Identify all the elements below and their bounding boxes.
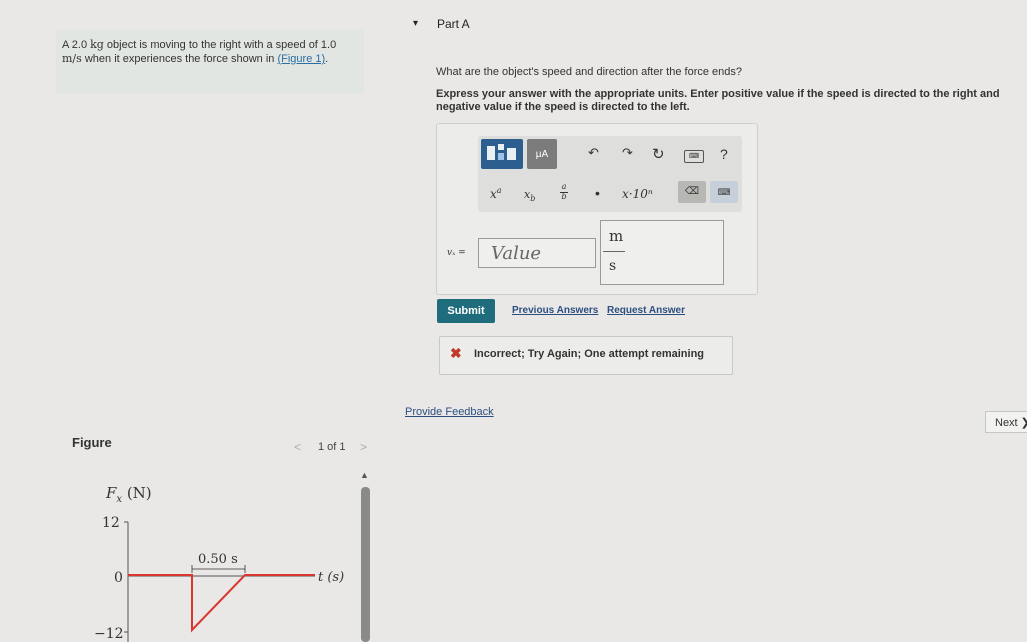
reset-icon[interactable]: ↻ — [652, 145, 665, 163]
subscript-button[interactable]: xb — [524, 188, 535, 203]
force-curve — [128, 574, 315, 633]
unit-denominator: s — [609, 258, 617, 274]
redo-icon[interactable]: ↷ — [622, 145, 633, 161]
scientific-notation-button[interactable]: x·10ⁿ — [622, 187, 653, 201]
tick-label-bottom: −12 — [94, 626, 124, 642]
feedback-message: Incorrect; Try Again; One attempt remain… — [474, 348, 705, 360]
units-button[interactable]: μA — [527, 139, 557, 169]
problem-text-part: object is moving to the right with a spe… — [103, 39, 337, 51]
problem-statement: A 2.0 kg object is moving to the right w… — [62, 38, 352, 66]
instructions-text: Express your answer with the appropriate… — [436, 88, 1000, 113]
tick-label-top: 12 — [102, 515, 120, 531]
question-text: What are the object's speed and directio… — [436, 66, 743, 78]
unit-fraction-bar — [603, 251, 625, 252]
figure-scrollbar[interactable] — [361, 487, 370, 642]
keypad-icon[interactable]: ⌨ — [710, 181, 738, 203]
figure-title: Figure — [72, 435, 112, 450]
superscript-base: x — [490, 187, 497, 201]
undo-icon[interactable]: ↶ — [588, 145, 599, 161]
value-input[interactable]: Value — [478, 238, 596, 268]
variable-label: vₓ = — [447, 248, 466, 258]
figure-counter: 1 of 1 — [318, 441, 346, 453]
request-answer-link[interactable]: Request Answer — [607, 305, 685, 316]
tick-label-zero: 0 — [114, 570, 123, 586]
previous-answers-link[interactable]: Previous Answers — [512, 305, 598, 316]
scroll-up-arrow-icon[interactable]: ▲ — [360, 470, 369, 480]
mass-unit: kg — [90, 38, 104, 51]
problem-text-part: when it experiences the force shown in — [81, 53, 278, 65]
incorrect-x-icon: ✖ — [450, 345, 462, 361]
fraction-button[interactable]: ab — [560, 183, 568, 201]
figure-prev-button[interactable]: < — [294, 440, 301, 454]
speed-unit: m/s — [62, 52, 82, 65]
y-axis-label: Fx (N) — [105, 484, 152, 505]
problem-text-part: A 2.0 — [62, 39, 91, 51]
collapse-caret-icon[interactable]: ▾ — [413, 18, 418, 29]
submit-button[interactable]: Submit — [437, 299, 495, 323]
keyboard-shortcuts-icon[interactable]: ⌨ — [684, 150, 704, 163]
figure-next-button[interactable]: > — [360, 440, 367, 454]
duration-label: 0.50 s — [198, 552, 238, 567]
next-button[interactable]: Next ❯ — [985, 411, 1027, 433]
x-axis-label: t (s) — [318, 570, 344, 585]
unit-numerator: m — [609, 227, 624, 245]
fraction-denominator: b — [560, 192, 568, 201]
superscript-exponent: a — [496, 186, 502, 195]
provide-feedback-link[interactable]: Provide Feedback — [405, 406, 494, 418]
force-time-graph: Fx (N) 12 0 −12 0.50 s t (s) — [94, 484, 344, 642]
superscript-button[interactable]: xa — [490, 186, 502, 201]
part-a-title[interactable]: Part A — [437, 17, 470, 31]
dot-operator-button[interactable]: • — [595, 185, 600, 201]
help-icon[interactable]: ? — [720, 146, 728, 162]
subscript-index: b — [530, 194, 536, 204]
problem-text-part: . — [325, 53, 329, 65]
templates-icon — [487, 144, 516, 160]
backspace-icon[interactable]: ⌫ — [678, 181, 706, 203]
fraction-numerator: a — [561, 182, 567, 191]
templates-button[interactable] — [481, 139, 523, 169]
figure-link[interactable]: (Figure 1) — [277, 53, 325, 65]
